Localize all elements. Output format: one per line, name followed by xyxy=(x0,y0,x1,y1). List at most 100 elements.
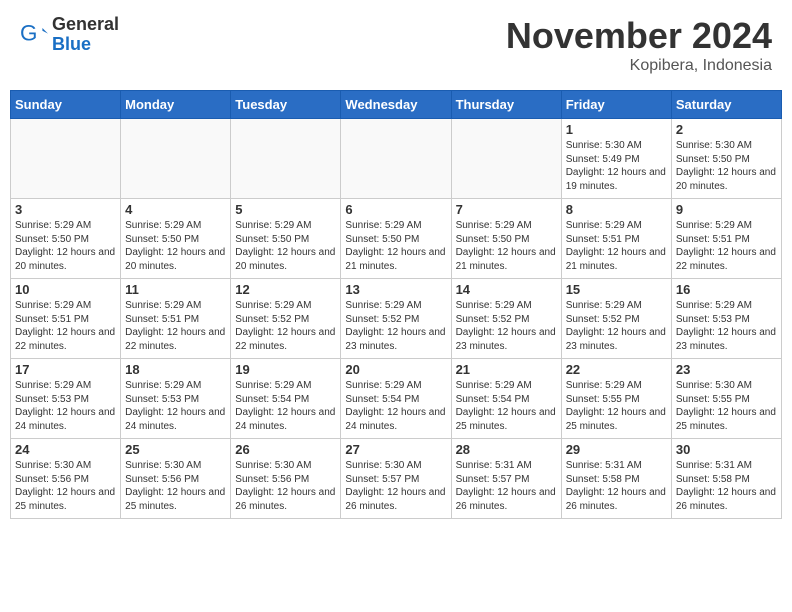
calendar-cell xyxy=(121,119,231,199)
calendar-cell xyxy=(11,119,121,199)
calendar-cell: 13 Sunrise: 5:29 AM Sunset: 5:52 PM Dayli… xyxy=(341,279,451,359)
day-header-monday: Monday xyxy=(121,91,231,119)
calendar-cell: 25 Sunrise: 5:30 AM Sunset: 5:56 PM Dayli… xyxy=(121,439,231,519)
day-number: 16 xyxy=(676,282,777,297)
day-info: Sunrise: 5:29 AM Sunset: 5:52 PM Dayligh… xyxy=(345,299,446,353)
day-number: 9 xyxy=(676,202,777,217)
calendar-cell: 20 Sunrise: 5:29 AM Sunset: 5:54 PM Dayli… xyxy=(341,359,451,439)
calendar-cell: 4 Sunrise: 5:29 AM Sunset: 5:50 PM Daylig… xyxy=(121,199,231,279)
calendar-table: SundayMondayTuesdayWednesdayThursdayFrid… xyxy=(10,90,782,519)
calendar-cell: 19 Sunrise: 5:29 AM Sunset: 5:54 PM Dayli… xyxy=(231,359,341,439)
day-info: Sunrise: 5:29 AM Sunset: 5:50 PM Dayligh… xyxy=(125,219,226,273)
day-info: Sunrise: 5:30 AM Sunset: 5:50 PM Dayligh… xyxy=(676,139,777,193)
day-info: Sunrise: 5:29 AM Sunset: 5:51 PM Dayligh… xyxy=(676,219,777,273)
calendar-cell: 28 Sunrise: 5:31 AM Sunset: 5:57 PM Dayli… xyxy=(451,439,561,519)
calendar-cell: 1Sunrise: 5:30 AM Sunset: 5:49 PM Daylig… xyxy=(561,119,671,199)
day-number: 8 xyxy=(566,202,667,217)
calendar-cell xyxy=(341,119,451,199)
calendar-cell: 14 Sunrise: 5:29 AM Sunset: 5:52 PM Dayli… xyxy=(451,279,561,359)
day-info: Sunrise: 5:29 AM Sunset: 5:54 PM Dayligh… xyxy=(456,379,557,433)
calendar-cell: 7 Sunrise: 5:29 AM Sunset: 5:50 PM Daylig… xyxy=(451,199,561,279)
title-block: November 2024 Kopibera, Indonesia xyxy=(506,15,772,75)
day-number: 13 xyxy=(345,282,446,297)
day-info: Sunrise: 5:29 AM Sunset: 5:52 PM Dayligh… xyxy=(456,299,557,353)
day-number: 11 xyxy=(125,282,226,297)
calendar-cell xyxy=(451,119,561,199)
calendar-cell: 2 Sunrise: 5:30 AM Sunset: 5:50 PM Daylig… xyxy=(671,119,781,199)
calendar-cell: 24 Sunrise: 5:30 AM Sunset: 5:56 PM Dayli… xyxy=(11,439,121,519)
day-info: Sunrise: 5:29 AM Sunset: 5:51 PM Dayligh… xyxy=(15,299,116,353)
day-info: Sunrise: 5:30 AM Sunset: 5:56 PM Dayligh… xyxy=(15,459,116,513)
logo-text: General Blue xyxy=(52,15,119,55)
calendar-cell: 12 Sunrise: 5:29 AM Sunset: 5:52 PM Dayli… xyxy=(231,279,341,359)
day-number: 4 xyxy=(125,202,226,217)
calendar-cell: 30 Sunrise: 5:31 AM Sunset: 5:58 PM Dayli… xyxy=(671,439,781,519)
calendar-cell: 15 Sunrise: 5:29 AM Sunset: 5:52 PM Dayli… xyxy=(561,279,671,359)
calendar-cell: 5Sunrise: 5:29 AM Sunset: 5:50 PM Daylig… xyxy=(231,199,341,279)
calendar-header-row: SundayMondayTuesdayWednesdayThursdayFrid… xyxy=(11,91,782,119)
day-info: Sunrise: 5:29 AM Sunset: 5:52 PM Dayligh… xyxy=(235,299,336,353)
day-info: Sunrise: 5:29 AM Sunset: 5:50 PM Dayligh… xyxy=(456,219,557,273)
day-number: 14 xyxy=(456,282,557,297)
day-info: Sunrise: 5:29 AM Sunset: 5:54 PM Dayligh… xyxy=(345,379,446,433)
logo-blue: Blue xyxy=(52,35,119,55)
day-info: Sunrise: 5:29 AM Sunset: 5:50 PM Dayligh… xyxy=(345,219,446,273)
day-info: Sunrise: 5:29 AM Sunset: 5:53 PM Dayligh… xyxy=(15,379,116,433)
day-info: Sunrise: 5:31 AM Sunset: 5:58 PM Dayligh… xyxy=(566,459,667,513)
svg-text:G: G xyxy=(20,21,37,46)
logo-general: General xyxy=(52,15,119,35)
day-header-wednesday: Wednesday xyxy=(341,91,451,119)
day-info: Sunrise: 5:29 AM Sunset: 5:54 PM Dayligh… xyxy=(235,379,336,433)
calendar-cell: 26Sunrise: 5:30 AM Sunset: 5:56 PM Dayli… xyxy=(231,439,341,519)
day-number: 15 xyxy=(566,282,667,297)
day-number: 2 xyxy=(676,122,777,137)
day-number: 25 xyxy=(125,442,226,457)
calendar-cell: 27Sunrise: 5:30 AM Sunset: 5:57 PM Dayli… xyxy=(341,439,451,519)
day-info: Sunrise: 5:30 AM Sunset: 5:55 PM Dayligh… xyxy=(676,379,777,433)
calendar-cell: 6 Sunrise: 5:29 AM Sunset: 5:50 PM Daylig… xyxy=(341,199,451,279)
logo: G General Blue xyxy=(20,15,119,55)
day-info: Sunrise: 5:29 AM Sunset: 5:53 PM Dayligh… xyxy=(676,299,777,353)
day-info: Sunrise: 5:31 AM Sunset: 5:57 PM Dayligh… xyxy=(456,459,557,513)
day-info: Sunrise: 5:29 AM Sunset: 5:52 PM Dayligh… xyxy=(566,299,667,353)
day-info: Sunrise: 5:29 AM Sunset: 5:55 PM Dayligh… xyxy=(566,379,667,433)
calendar-cell: 21 Sunrise: 5:29 AM Sunset: 5:54 PM Dayli… xyxy=(451,359,561,439)
day-info: Sunrise: 5:30 AM Sunset: 5:57 PM Dayligh… xyxy=(345,459,446,513)
calendar-cell: 16 Sunrise: 5:29 AM Sunset: 5:53 PM Dayli… xyxy=(671,279,781,359)
day-number: 19 xyxy=(235,362,336,377)
day-number: 29 xyxy=(566,442,667,457)
day-info: Sunrise: 5:29 AM Sunset: 5:51 PM Dayligh… xyxy=(125,299,226,353)
day-number: 12 xyxy=(235,282,336,297)
day-header-thursday: Thursday xyxy=(451,91,561,119)
day-number: 21 xyxy=(456,362,557,377)
day-info: Sunrise: 5:29 AM Sunset: 5:53 PM Dayligh… xyxy=(125,379,226,433)
day-number: 18 xyxy=(125,362,226,377)
day-info: Sunrise: 5:29 AM Sunset: 5:51 PM Dayligh… xyxy=(566,219,667,273)
calendar-week-1: 1Sunrise: 5:30 AM Sunset: 5:49 PM Daylig… xyxy=(11,119,782,199)
day-number: 7 xyxy=(456,202,557,217)
page-header: G General Blue November 2024 Kopibera, I… xyxy=(10,10,782,80)
day-number: 30 xyxy=(676,442,777,457)
day-header-tuesday: Tuesday xyxy=(231,91,341,119)
day-info: Sunrise: 5:29 AM Sunset: 5:50 PM Dayligh… xyxy=(15,219,116,273)
month-title: November 2024 xyxy=(506,15,772,57)
day-number: 20 xyxy=(345,362,446,377)
day-header-sunday: Sunday xyxy=(11,91,121,119)
day-number: 3 xyxy=(15,202,116,217)
day-number: 22 xyxy=(566,362,667,377)
calendar-week-2: 3 Sunrise: 5:29 AM Sunset: 5:50 PM Daylig… xyxy=(11,199,782,279)
calendar-cell: 10 Sunrise: 5:29 AM Sunset: 5:51 PM Dayli… xyxy=(11,279,121,359)
day-number: 6 xyxy=(345,202,446,217)
day-number: 10 xyxy=(15,282,116,297)
day-info: Sunrise: 5:31 AM Sunset: 5:58 PM Dayligh… xyxy=(676,459,777,513)
day-info: Sunrise: 5:30 AM Sunset: 5:49 PM Dayligh… xyxy=(566,139,667,193)
calendar-cell: 23Sunrise: 5:30 AM Sunset: 5:55 PM Dayli… xyxy=(671,359,781,439)
day-info: Sunrise: 5:30 AM Sunset: 5:56 PM Dayligh… xyxy=(125,459,226,513)
calendar-cell: 22 Sunrise: 5:29 AM Sunset: 5:55 PM Dayli… xyxy=(561,359,671,439)
calendar-cell: 3 Sunrise: 5:29 AM Sunset: 5:50 PM Daylig… xyxy=(11,199,121,279)
calendar-cell: 9 Sunrise: 5:29 AM Sunset: 5:51 PM Daylig… xyxy=(671,199,781,279)
day-number: 24 xyxy=(15,442,116,457)
calendar-week-5: 24 Sunrise: 5:30 AM Sunset: 5:56 PM Dayli… xyxy=(11,439,782,519)
calendar-week-4: 17Sunrise: 5:29 AM Sunset: 5:53 PM Dayli… xyxy=(11,359,782,439)
day-number: 28 xyxy=(456,442,557,457)
